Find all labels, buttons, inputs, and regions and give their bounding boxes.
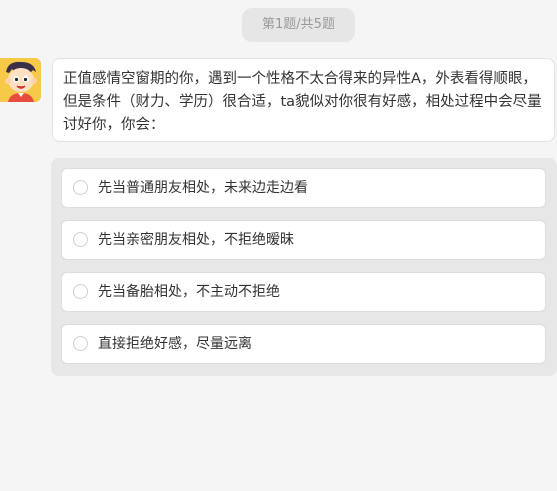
radio-circle-icon[interactable] bbox=[73, 180, 88, 195]
option-4[interactable]: 直接拒绝好感，尽量远离 bbox=[61, 324, 546, 364]
option-3[interactable]: 先当备胎相处，不主动不拒绝 bbox=[61, 272, 546, 312]
option-2[interactable]: 先当亲密朋友相处，不拒绝暧昧 bbox=[61, 220, 546, 260]
option-label: 先当备胎相处，不主动不拒绝 bbox=[98, 284, 280, 300]
option-label: 先当普通朋友相处，未来边走边看 bbox=[98, 180, 308, 196]
avatar bbox=[0, 58, 41, 102]
radio-circle-icon[interactable] bbox=[73, 284, 88, 299]
option-label: 直接拒绝好感，尽量远离 bbox=[98, 336, 252, 352]
option-label: 先当亲密朋友相处，不拒绝暧昧 bbox=[98, 232, 294, 248]
radio-circle-icon[interactable] bbox=[73, 336, 88, 351]
question-progress-badge: 第1题/共5题 bbox=[242, 8, 355, 42]
question-text: 正值感情空窗期的你，遇到一个性格不太合得来的异性A，外表看得顺眼，但是条件（财力… bbox=[52, 58, 555, 142]
options-panel: 先当普通朋友相处，未来边走边看 先当亲密朋友相处，不拒绝暧昧 先当备胎相处，不主… bbox=[51, 158, 557, 376]
option-1[interactable]: 先当普通朋友相处，未来边走边看 bbox=[61, 168, 546, 208]
radio-circle-icon[interactable] bbox=[73, 232, 88, 247]
cartoon-avatar-icon bbox=[0, 58, 41, 102]
